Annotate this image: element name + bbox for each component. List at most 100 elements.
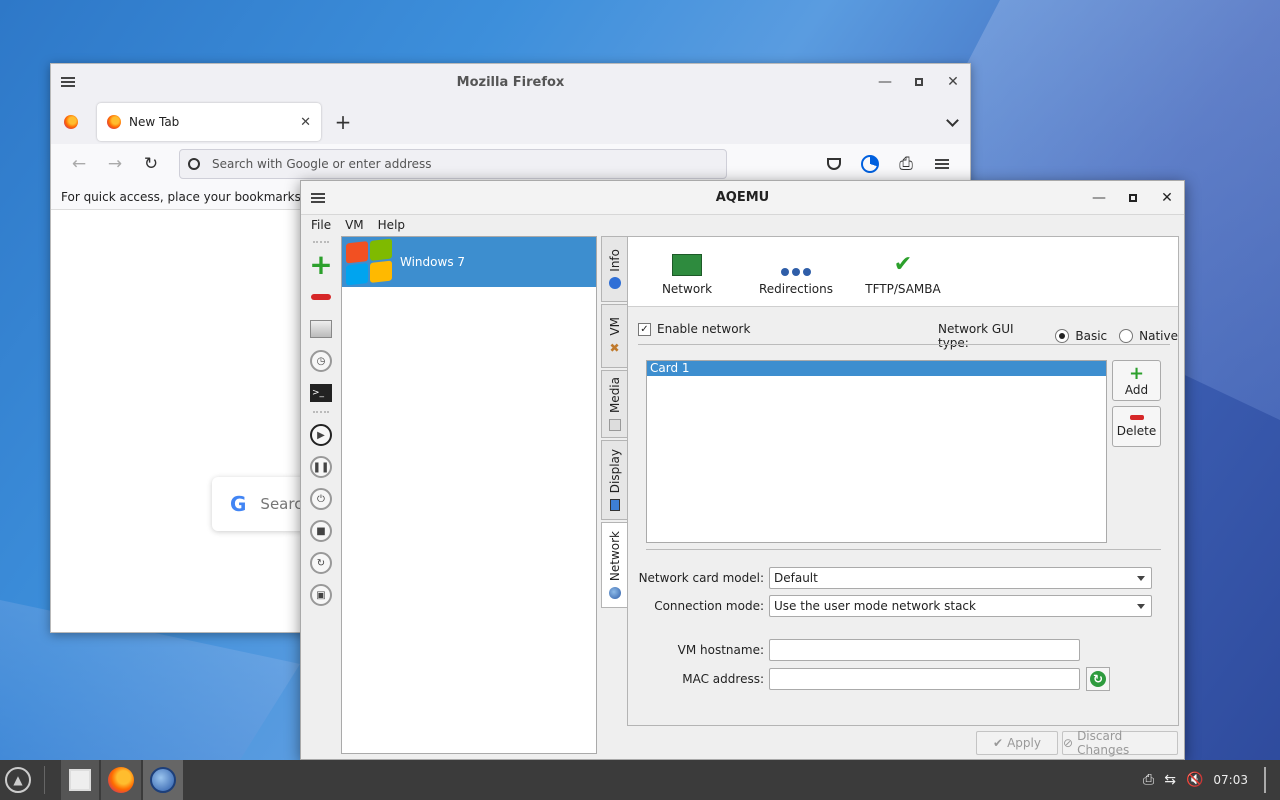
card-model-select[interactable]: Default (769, 567, 1152, 589)
power-icon: ⏻ (310, 488, 332, 510)
enable-network-checkbox[interactable]: ✓ Enable network (638, 322, 750, 336)
radio-unselected-icon (1119, 329, 1134, 343)
show-desktop-divider[interactable] (1264, 767, 1266, 793)
firefox-view-button[interactable] (51, 107, 91, 137)
firefox-maximize-button[interactable] (902, 64, 936, 100)
poweroff-vm-button[interactable]: ⏻ (307, 485, 335, 513)
app-menu-button[interactable] (924, 149, 960, 179)
add-card-button[interactable]: + Add (1112, 360, 1161, 401)
delete-vm-button[interactable] (307, 283, 335, 311)
mac-address-input[interactable] (769, 668, 1080, 690)
tab-close-icon[interactable]: ✕ (300, 115, 311, 130)
list-tabs-button[interactable] (934, 107, 970, 137)
printer-icon[interactable]: ⎙ (1143, 772, 1154, 788)
pause-vm-button[interactable]: ❚❚ (307, 453, 335, 481)
vm-console-button[interactable]: >_ (307, 379, 335, 407)
extensions-button[interactable]: ⎙ (888, 149, 924, 179)
tab-media[interactable]: Media (601, 370, 627, 438)
gui-type-basic-radio[interactable]: Basic (1055, 329, 1107, 343)
apply-button[interactable]: ✔ Apply (976, 731, 1058, 755)
menu-help[interactable]: Help (378, 218, 405, 232)
hostname-label: VM hostname: (677, 643, 764, 657)
puzzle-icon: ⎙ (899, 154, 913, 174)
menu-file[interactable]: File (311, 218, 331, 232)
forward-button[interactable]: → (97, 149, 133, 179)
tab-label: Network (607, 530, 622, 582)
checkmark-drive-icon: ✔ (893, 252, 913, 277)
firefox-tab-bar: New Tab ✕ + (51, 100, 970, 144)
add-vm-button[interactable]: + (307, 251, 335, 279)
volume-muted-icon[interactable]: 🔇 (1186, 772, 1203, 788)
aqemu-menubar: File VM Help (301, 215, 1184, 235)
back-button[interactable]: ← (61, 149, 97, 179)
reset-icon: ↻ (310, 552, 332, 574)
tab-network[interactable]: Network (601, 522, 627, 608)
delete-card-button[interactable]: Delete (1112, 406, 1161, 447)
tftp-samba-section-button[interactable]: ✔ TFTP/SAMBA (846, 252, 960, 297)
display-icon (609, 499, 620, 512)
aqemu-maximize-button[interactable] (1116, 180, 1150, 216)
hamburger-icon (935, 159, 949, 169)
connection-mode-value: Use the user mode network stack (774, 599, 976, 613)
save-icon: ▣ (310, 584, 332, 606)
start-menu-button[interactable]: ▲ (0, 760, 36, 800)
firefox-minimize-button[interactable]: — (868, 64, 902, 100)
firefox-titlebar: Mozilla Firefox — ✕ (51, 64, 970, 100)
list-item[interactable]: Card 1 (647, 361, 1106, 376)
network-section-button[interactable]: Network (628, 254, 746, 296)
clock[interactable]: 07:03 (1213, 773, 1248, 787)
firefox-window-title: Mozilla Firefox (456, 74, 565, 90)
google-search-placeholder: Searc (260, 495, 303, 513)
firefox-menu-button[interactable] (51, 64, 85, 100)
connection-mode-label: Connection mode: (654, 599, 764, 613)
vm-list-item[interactable]: Windows 7 (342, 237, 596, 287)
account-button[interactable] (852, 149, 888, 179)
aqemu-close-button[interactable]: ✕ (1150, 180, 1184, 216)
menu-vm[interactable]: VM (345, 218, 364, 232)
aqemu-minimize-button[interactable]: — (1082, 180, 1116, 216)
hostname-input[interactable] (769, 639, 1080, 661)
tab-display[interactable]: Display (601, 440, 627, 520)
tab-label: Display (607, 448, 622, 494)
url-bar[interactable]: Search with Google or enter address (179, 149, 727, 179)
network-icon-strip: Network Redirections ✔ TFTP/SAMBA (628, 237, 1178, 307)
firefox-close-button[interactable]: ✕ (936, 64, 970, 100)
network-card-list[interactable]: Card 1 (646, 360, 1107, 543)
account-icon (861, 155, 879, 173)
aqemu-window-title: AQEMU (715, 190, 770, 205)
reset-vm-button[interactable]: ↻ (307, 549, 335, 577)
plus-icon: + (309, 248, 333, 281)
vm-settings-button[interactable] (307, 315, 335, 343)
taskbar-firefox[interactable] (101, 760, 141, 800)
maximize-icon (1129, 193, 1137, 202)
reload-button[interactable]: ↻ (133, 149, 169, 179)
pocket-button[interactable] (816, 149, 852, 179)
toolbar-grip (313, 241, 329, 247)
connection-mode-select[interactable]: Use the user mode network stack (769, 595, 1152, 617)
gui-type-native-radio[interactable]: Native (1119, 329, 1178, 343)
generate-mac-button[interactable]: ↻ (1086, 667, 1110, 691)
save-vm-button[interactable]: ▣ (307, 581, 335, 609)
taskbar-aqemu[interactable] (143, 760, 183, 800)
taskbar-file-manager[interactable] (61, 760, 99, 800)
vm-list: Windows 7 (341, 236, 597, 754)
start-menu-icon: ▲ (5, 767, 31, 793)
stop-vm-button[interactable]: ■ (307, 517, 335, 545)
network-panel: Network Redirections ✔ TFTP/SAMBA ✓ Enab… (627, 236, 1179, 726)
vm-clock-button[interactable]: ◷ (307, 347, 335, 375)
maximize-icon (915, 78, 923, 86)
tab-info[interactable]: Info (601, 236, 627, 302)
start-vm-button[interactable]: ▶ (307, 421, 335, 449)
new-tab-button[interactable]: + (325, 107, 361, 137)
arrow-left-icon: ← (71, 154, 87, 174)
network-status-icon[interactable]: ⇆ (1164, 772, 1176, 788)
firefox-logo-icon (64, 115, 78, 129)
network-card-icon (672, 254, 702, 276)
tab-new-tab[interactable]: New Tab ✕ (97, 103, 321, 141)
checkbox-checked-icon: ✓ (638, 322, 651, 336)
discard-changes-button[interactable]: ⊘ Discard Changes (1062, 729, 1178, 757)
refresh-icon: ↻ (1090, 671, 1106, 687)
tab-vm[interactable]: VM ✖ (601, 304, 627, 368)
redirections-section-button[interactable]: Redirections (746, 268, 846, 296)
aqemu-window-menu-button[interactable] (301, 180, 335, 216)
